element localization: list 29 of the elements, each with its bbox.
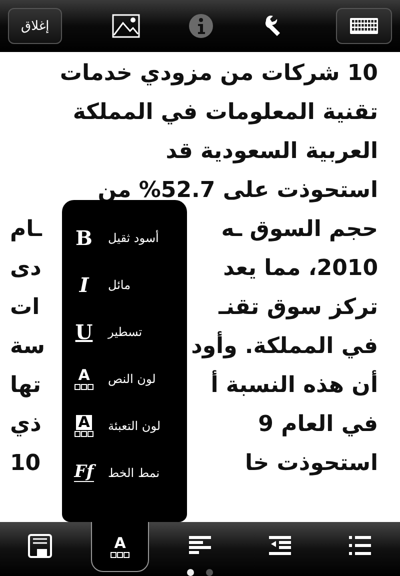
keyboard-icon	[348, 17, 379, 35]
info-icon[interactable]	[189, 14, 214, 38]
body-text: العربية السعودية قد	[166, 138, 378, 166]
indent-icon	[269, 536, 291, 556]
body-text: استحوذت خا	[245, 450, 378, 478]
body-text: 2010، مما يعد	[223, 255, 378, 283]
body-text: تقنية المعلومات في المملكة	[72, 99, 378, 127]
body-text: أن هذه النسبة أ	[210, 366, 378, 405]
body-text: في المملكة. وأود	[191, 327, 378, 366]
body-text: ات	[10, 294, 40, 322]
body-text: تها	[10, 372, 42, 400]
body-text: 10 شركات من مزودي خدمات	[60, 60, 378, 88]
body-text: ذي	[10, 411, 42, 439]
close-button[interactable]: إغلاق	[8, 8, 62, 44]
italic-icon: I	[79, 272, 89, 296]
bold-icon: B	[76, 226, 92, 250]
body-text: في العام 9	[258, 411, 378, 439]
body-text: سة	[10, 333, 45, 361]
underline-icon: U	[75, 320, 93, 344]
body-text: دى	[10, 255, 42, 283]
list-icon	[349, 536, 371, 556]
keyboard-button[interactable]	[336, 8, 392, 44]
body-text: تركز سوق تقنـ	[218, 294, 378, 322]
image-icon[interactable]	[112, 14, 140, 38]
body-text: 10	[10, 450, 41, 478]
toolbar-tab[interactable]: A	[91, 522, 149, 572]
body-text: حجم السوق ـه	[221, 216, 378, 244]
align-left-icon	[189, 536, 211, 556]
body-text: ـام	[10, 216, 42, 244]
